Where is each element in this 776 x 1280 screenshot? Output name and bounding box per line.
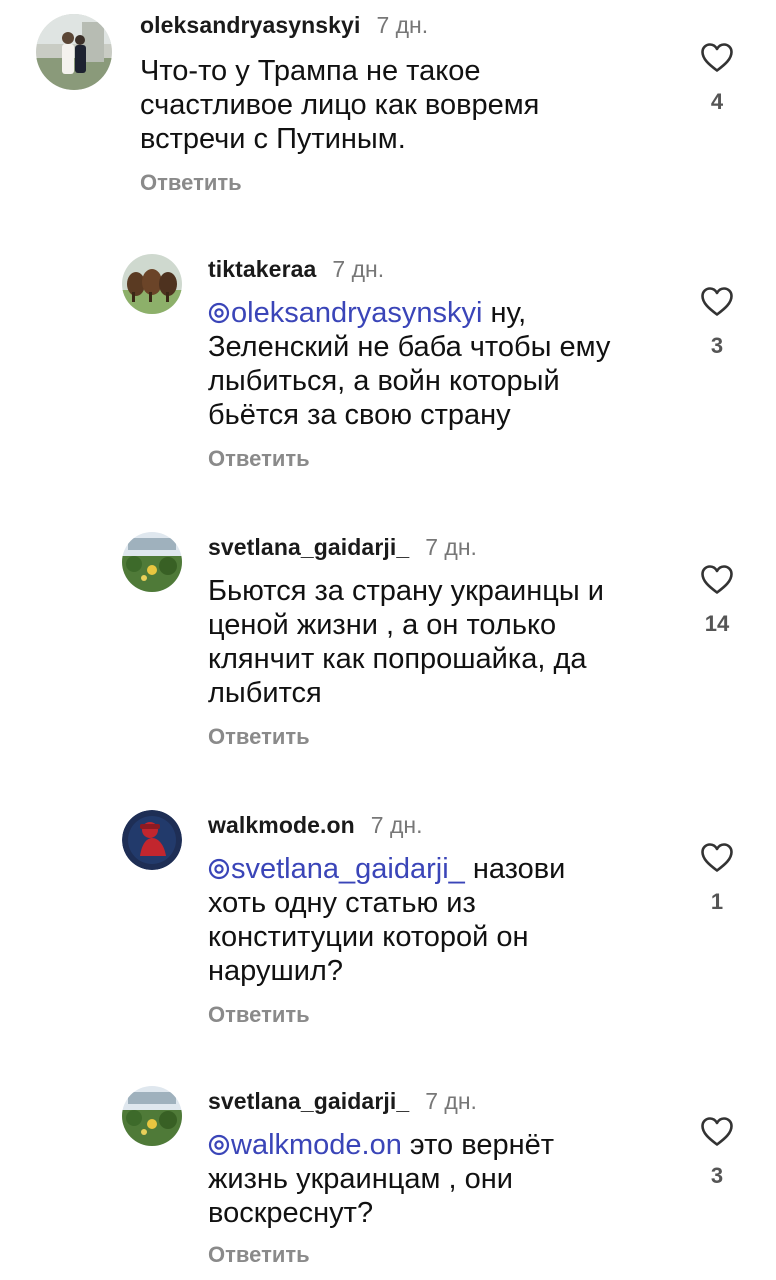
reply-button[interactable]: Ответить [208, 446, 310, 472]
like-button[interactable]: 4 [690, 42, 744, 115]
comment-line: ценой жизни , а он только [208, 609, 557, 641]
username[interactable]: svetlana_gaidarji_ [208, 534, 409, 561]
comment-line-rest: назови [464, 853, 566, 885]
comment-line: встречи с Путиным. [140, 123, 406, 155]
like-button[interactable]: 1 [690, 842, 744, 915]
avatar[interactable] [122, 1086, 182, 1146]
timestamp: 7 дн. [370, 812, 423, 838]
mention-username[interactable]: oleksandryasynskyi [231, 297, 482, 329]
heart-outline-icon [701, 287, 733, 316]
avatar[interactable] [122, 532, 182, 592]
mention-link[interactable]: oleksandryasynskyi [208, 297, 482, 329]
reply-comment-item: svetlana_gaidarji_ 7 дн. walkmode.on это… [0, 1082, 776, 1280]
threads-at-icon [208, 302, 230, 324]
comment-line: нарушил? [208, 955, 343, 987]
comment-line: Бьются за страну украинцы и [208, 575, 604, 607]
like-button[interactable]: 3 [690, 1116, 744, 1189]
like-count: 4 [710, 89, 724, 114]
threads-at-icon [208, 858, 230, 880]
timestamp: 7 дн. [425, 1088, 477, 1114]
reply-comment-item: tiktakeraa 7 дн. oleksandryasynskyi ну, … [0, 250, 776, 490]
threads-at-icon [208, 1134, 230, 1156]
comment-header: tiktakeraa 7 дн. [208, 256, 384, 283]
like-button[interactable]: 14 [690, 564, 744, 637]
comment-header: oleksandryasynskyi 7 дн. [140, 12, 428, 39]
comment-line: лыбится [208, 677, 322, 709]
reply-button[interactable]: Ответить [140, 170, 242, 196]
comment-line: Зеленский не баба чтобы ему [208, 331, 611, 363]
avatar[interactable] [122, 254, 182, 314]
heart-outline-icon [701, 43, 733, 72]
comment-header: svetlana_gaidarji_ 7 дн. [208, 534, 477, 561]
like-button[interactable]: 3 [690, 286, 744, 359]
heart-outline-icon [701, 1117, 733, 1146]
like-count: 1 [710, 889, 724, 914]
reply-button[interactable]: Ответить [208, 1242, 310, 1268]
mention-username[interactable]: svetlana_gaidarji_ [231, 853, 465, 885]
comment-item: oleksandryasynskyi 7 дн. Что-то у Трампа… [0, 0, 776, 220]
like-count: 3 [710, 1163, 724, 1188]
comment-header: walkmode.on 7 дн. [208, 812, 423, 839]
avatar[interactable] [36, 14, 112, 90]
reply-comment-item: svetlana_gaidarji_ 7 дн. Бьются за стран… [0, 528, 776, 768]
reply-button[interactable]: Ответить [208, 724, 310, 750]
username[interactable]: walkmode.on [208, 812, 355, 839]
reply-button[interactable]: Ответить [208, 1002, 310, 1028]
comment-line: бьётся за свою страну [208, 399, 511, 431]
mention-username[interactable]: walkmode.on [231, 1129, 402, 1161]
username[interactable]: svetlana_gaidarji_ [208, 1088, 409, 1115]
comment-line-rest: ну, [482, 297, 527, 329]
username[interactable]: tiktakeraa [208, 256, 316, 283]
heart-outline-icon [701, 565, 733, 594]
comment-text: oleksandryasynskyi ну, Зеленский не баба… [208, 296, 610, 432]
comment-line: лыбиться, а войн который [208, 365, 560, 397]
comment-line: жизнь украинцам , они [208, 1163, 513, 1195]
heart-outline-icon [701, 843, 733, 872]
comment-text: Что-то у Трампа не такое счастливое лицо… [140, 54, 539, 156]
comment-line: Что-то у Трампа не такое [140, 55, 481, 87]
like-count: 14 [704, 611, 730, 636]
mention-link[interactable]: svetlana_gaidarji_ [208, 853, 465, 885]
comment-text: walkmode.on это вернёт жизнь украинцам ,… [208, 1128, 554, 1230]
reply-comment-item: walkmode.on 7 дн. svetlana_gaidarji_ наз… [0, 806, 776, 1046]
comment-line: хоть одну статью из [208, 887, 476, 919]
comment-line: svetlana_gaidarji_ назови [208, 852, 565, 886]
comment-line: walkmode.on это вернёт [208, 1128, 554, 1162]
timestamp: 7 дн. [425, 534, 477, 560]
comment-line-rest: это вернёт [401, 1129, 554, 1161]
comment-line: конституции которой он [208, 921, 529, 953]
comment-text: Бьются за страну украинцы и ценой жизни … [208, 574, 604, 710]
comment-line: oleksandryasynskyi ну, [208, 296, 610, 330]
avatar[interactable] [122, 810, 182, 870]
comment-line: счастливое лицо как вовремя [140, 89, 540, 121]
comment-text: svetlana_gaidarji_ назови хоть одну стат… [208, 852, 565, 988]
timestamp: 7 дн. [332, 256, 385, 282]
timestamp: 7 дн. [376, 12, 429, 38]
comment-header: svetlana_gaidarji_ 7 дн. [208, 1088, 477, 1115]
comment-line: воскреснут? [208, 1197, 374, 1229]
username[interactable]: oleksandryasynskyi [140, 12, 360, 39]
comment-line: клянчит как попрошайка, да [208, 643, 587, 675]
like-count: 3 [710, 333, 724, 358]
mention-link[interactable]: walkmode.on [208, 1129, 402, 1161]
